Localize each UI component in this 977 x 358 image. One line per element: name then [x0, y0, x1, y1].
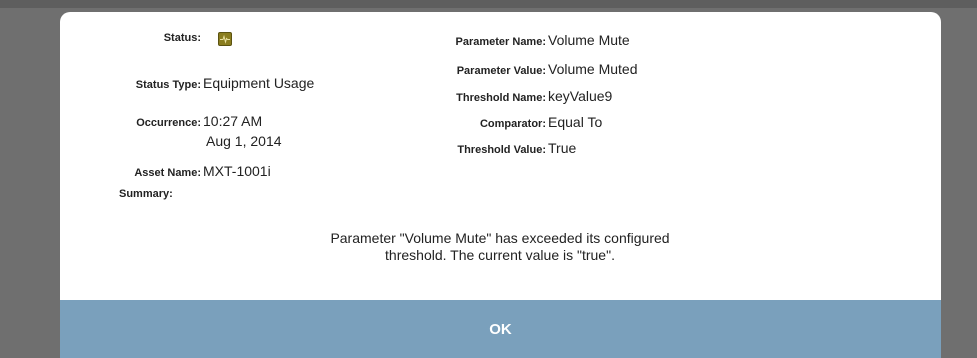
alert-details-dialog: Status: Status Type: Equipment Usage Occ… — [60, 12, 941, 358]
ok-button-label: OK — [489, 320, 512, 338]
comparator-label: Comparator: — [479, 118, 546, 130]
parameter-name-field: Parameter Name: Volume Mute — [60, 32, 630, 48]
asset-name-label: Asset Name: — [134, 167, 201, 179]
background-app-strip — [0, 0, 977, 8]
threshold-value-label: Threshold Value: — [457, 144, 546, 156]
comparator-value: Equal To — [548, 114, 603, 130]
asset-name-value: MXT-1001i — [203, 163, 271, 179]
threshold-name-label: Threshold Name: — [456, 92, 546, 104]
parameter-name-label: Parameter Name: — [455, 36, 547, 48]
parameter-name-value: Volume Mute — [548, 32, 630, 48]
parameter-value-field: Parameter Value: Volume Muted — [60, 61, 638, 77]
threshold-value-field: Threshold Value: True — [60, 140, 576, 156]
parameter-value-label: Parameter Value: — [456, 65, 546, 77]
summary-label: Summary: — [119, 188, 173, 200]
summary-field: Summary: — [119, 188, 173, 200]
parameter-value-value: Volume Muted — [548, 61, 638, 77]
asset-name-field: Asset Name: MXT-1001i — [60, 163, 271, 179]
threshold-name-value: keyValue9 — [548, 88, 613, 104]
ok-button[interactable]: OK — [60, 300, 941, 358]
threshold-value-value: True — [548, 140, 577, 156]
summary-text: Parameter "Volume Mute" has exceeded its… — [330, 230, 670, 263]
comparator-field: Comparator: Equal To — [60, 114, 602, 130]
threshold-name-field: Threshold Name: keyValue9 — [60, 88, 612, 104]
